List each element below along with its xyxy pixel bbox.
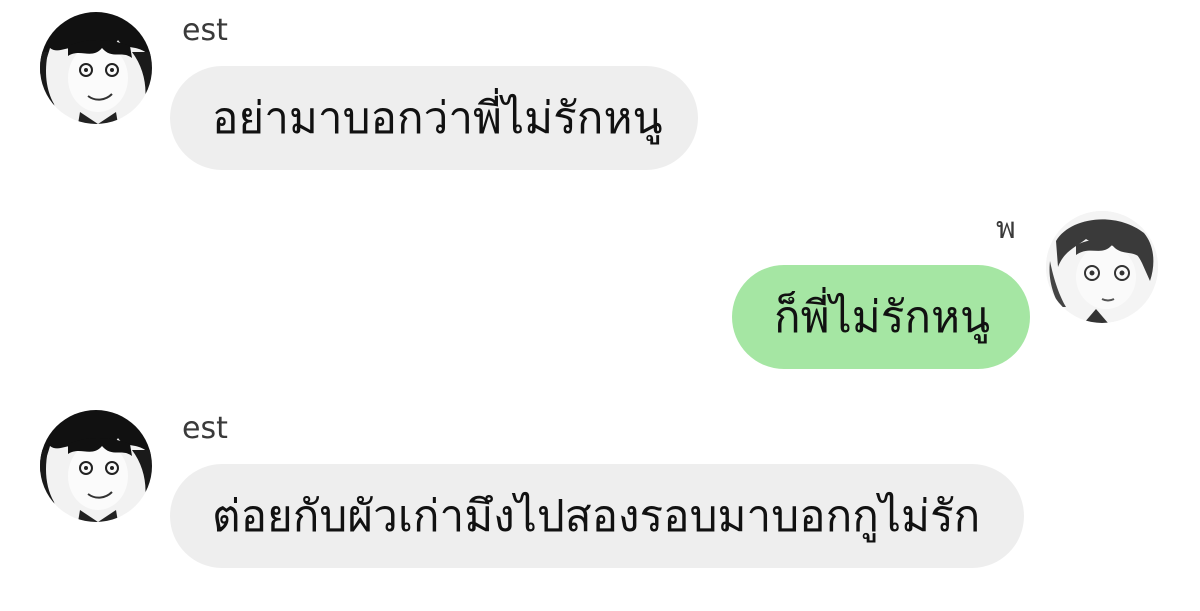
manga-avatar-dark-hair-icon <box>40 410 152 522</box>
sender-avatar[interactable] <box>40 12 152 124</box>
message-text: ต่อยกับผัวเก่ามึงไปสองรอบมาบอกกูไม่รัก <box>212 491 981 542</box>
message-bubble-incoming[interactable]: อย่ามาบอกว่าพี่ไม่รักหนู <box>170 66 698 170</box>
sender-name: พ <box>996 211 1016 246</box>
chat-thread: est อย่ามาบอกว่าพี่ไม่รักหนู พ ก็พี่ไม่ร… <box>0 0 1200 611</box>
message-bubble-outgoing[interactable]: ก็พี่ไม่รักหนู <box>732 265 1030 369</box>
message-text: อย่ามาบอกว่าพี่ไม่รักหนู <box>212 93 663 144</box>
message-text: ก็พี่ไม่รักหนู <box>774 292 991 343</box>
sender-avatar[interactable] <box>40 410 152 522</box>
sender-name: est <box>182 13 228 48</box>
manga-avatar-boy-icon <box>1046 211 1158 323</box>
manga-avatar-dark-hair-icon <box>40 12 152 124</box>
sender-avatar[interactable] <box>1046 211 1158 323</box>
message-bubble-incoming[interactable]: ต่อยกับผัวเก่ามึงไปสองรอบมาบอกกูไม่รัก <box>170 464 1024 568</box>
sender-name: est <box>182 411 228 446</box>
